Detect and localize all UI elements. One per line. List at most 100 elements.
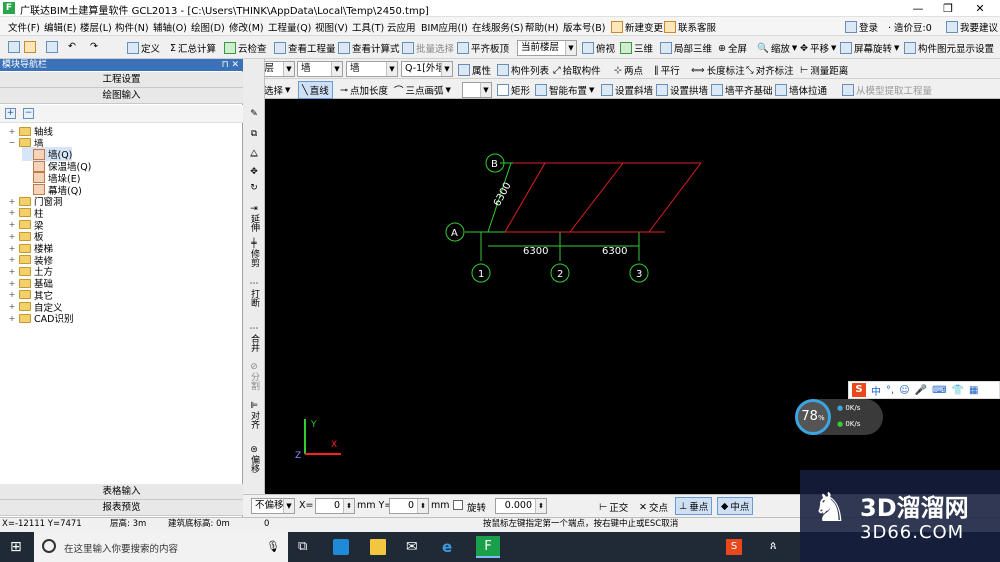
pan-button[interactable]: ✥ 平移 ▼ — [800, 41, 836, 56]
table-input-button[interactable]: 表格输入 — [0, 484, 243, 500]
move-icon[interactable]: ✥ — [246, 167, 262, 177]
menu-aux-axis[interactable]: 辅轴(O) — [153, 20, 187, 34]
menu-quantity[interactable]: 工程量(Q) — [268, 20, 311, 34]
menu-view[interactable]: 视图(V) — [315, 20, 348, 34]
wall-align-base-button[interactable]: 墙平齐基础 — [711, 83, 773, 97]
copy-icon[interactable]: ⧉ — [246, 129, 262, 139]
trim-button[interactable]: ╪ 修剪 — [246, 239, 262, 270]
measure-distance-button[interactable]: ⊢ 测量距离 — [800, 63, 848, 78]
zoom-button[interactable]: 🔍 缩放 ▼ — [757, 41, 797, 56]
tree-expand-icon[interactable]: + — [8, 255, 16, 264]
tree-expand-icon[interactable]: + — [8, 197, 16, 206]
mirror-icon[interactable]: ⧋ — [246, 149, 262, 159]
rotate-checkbox[interactable] — [453, 500, 463, 510]
merge-button[interactable]: ⋯ 合并 — [246, 324, 262, 355]
tree-expand-icon[interactable]: + — [8, 290, 16, 299]
define-button[interactable]: 定义 — [127, 41, 160, 55]
windows-start-icon[interactable]: ⊞ — [10, 539, 26, 555]
rotate-input[interactable]: 0.000 ⬍ — [495, 498, 547, 514]
pin-close-icon[interactable]: ⊓ ✕ — [222, 59, 239, 71]
tree-expand-icon[interactable]: + — [8, 314, 16, 323]
tree-expand-icon[interactable]: + — [8, 232, 16, 241]
extract-quantity-button[interactable]: 从模型提取工程量 — [842, 83, 932, 97]
wall-pull-button[interactable]: 墙体拉通 — [775, 83, 827, 97]
menu-edit[interactable]: 编辑(E) — [44, 20, 76, 34]
ortho-toggle[interactable]: ⊢ 正交 — [599, 500, 628, 515]
top-view-button[interactable]: 俯视 — [582, 41, 615, 55]
x-input[interactable]: 0 ⬍ — [315, 498, 355, 514]
taskbar-search[interactable]: 在这里输入你要搜索的内容 🎙 — [34, 532, 288, 562]
save-icon[interactable] — [46, 41, 58, 53]
menu-file[interactable]: 文件(F) — [8, 20, 40, 34]
menu-draw[interactable]: 绘图(D) — [191, 20, 225, 34]
display-settings-button[interactable]: 构件图元显示设置 — [904, 41, 994, 55]
aligned-mark-button[interactable]: ⤡ 对齐标注 — [746, 63, 794, 78]
menu-online[interactable]: 在线服务(S) — [472, 20, 523, 34]
punct-icon[interactable]: °, — [886, 385, 894, 396]
current-floor-select[interactable]: 当前楼层 ▼ — [517, 40, 577, 56]
arc-options-select[interactable]: ▼ — [462, 82, 492, 98]
undo-icon[interactable]: ↶ — [68, 41, 76, 52]
menu-modify[interactable]: 修改(M) — [229, 20, 264, 34]
category-select[interactable]: 墙 ▼ — [297, 61, 343, 77]
sogou-tray-icon[interactable]: S — [726, 539, 742, 555]
tree-expand-icon[interactable]: + — [8, 267, 16, 276]
menu-bim[interactable]: BIM应用(I) — [421, 20, 468, 34]
menu-tools[interactable]: 工具(T) — [352, 20, 384, 34]
two-points-button[interactable]: ⊹ 两点 — [614, 63, 643, 78]
menu-component[interactable]: 构件(N) — [115, 20, 149, 34]
three-point-arc-button[interactable]: ⌒ 三点画弧 ▼ — [394, 83, 451, 97]
app-blue-icon[interactable] — [333, 539, 349, 555]
tree-expand-icon[interactable]: − — [8, 138, 16, 147]
fullscreen-button[interactable]: ⊕ 全屏 — [718, 41, 747, 56]
tree-expand-icon[interactable]: + — [8, 302, 16, 311]
rectangle-button[interactable]: 矩形 — [497, 83, 530, 97]
component-list-button[interactable]: 构件列表 — [497, 63, 549, 77]
mail-icon[interactable]: ✉ — [406, 539, 422, 555]
people-tray-icon[interactable]: ጰ — [770, 539, 786, 555]
emoji-icon[interactable]: ☺ — [899, 385, 909, 396]
point-length-button[interactable]: ⊸ 点加长度 — [340, 83, 388, 98]
smart-layout-button[interactable]: 智能布置 ▼ — [535, 83, 594, 97]
menu-new-change[interactable]: 新建变更 — [611, 20, 663, 34]
skin-icon[interactable]: 👕 — [952, 385, 964, 396]
tree-expand-icon[interactable]: + — [8, 127, 16, 136]
view-formula-button[interactable]: 查看计算式 — [338, 41, 400, 55]
toolbox-icon[interactable]: ▦ — [969, 385, 978, 396]
report-preview-button[interactable]: 报表预览 — [0, 500, 243, 516]
type-select[interactable]: 墙 ▼ — [346, 61, 398, 77]
collapse-all-icon[interactable]: − — [23, 108, 34, 119]
keyboard-icon[interactable]: ⌨ — [932, 385, 946, 396]
close-button[interactable]: ✕ — [965, 0, 995, 17]
rotate-screen-button[interactable]: 屏幕旋转 ▼ — [840, 41, 899, 55]
intersect-toggle[interactable]: ✕ 交点 — [639, 500, 668, 515]
y-input[interactable]: 0 ⬍ — [389, 498, 429, 514]
tree-expand-icon[interactable]: + — [8, 220, 16, 229]
new-file-icon[interactable] — [8, 41, 20, 53]
three-d-button[interactable]: 三维 — [620, 41, 653, 55]
split-button[interactable]: ⊘ 分割 — [246, 362, 262, 393]
expand-all-icon[interactable]: + — [5, 108, 16, 119]
extend-button[interactable]: ⇥ 延伸 — [246, 204, 262, 235]
pen-icon[interactable]: ✎ — [246, 109, 262, 119]
parallel-button[interactable]: ∥ 平行 — [654, 63, 680, 78]
drawing-input-button[interactable]: 绘图输入 — [0, 88, 243, 104]
perpendicular-toggle[interactable]: ⊥ 垂点 — [675, 497, 713, 515]
offset-mode-select[interactable]: 不偏移 ▼ — [251, 498, 295, 514]
menu-floor[interactable]: 楼层(L) — [80, 20, 112, 34]
suggest-button[interactable]: 我要建议 — [946, 20, 998, 34]
flat-slab-button[interactable]: 平齐板顶 — [457, 41, 509, 55]
menu-cloud[interactable]: 云应用 — [387, 20, 416, 34]
minimize-button[interactable]: — — [903, 0, 933, 17]
tree-folder[interactable]: + CAD识别 — [8, 311, 73, 325]
ime-lang[interactable]: 中 — [871, 383, 881, 398]
tree-expand-icon[interactable]: + — [8, 244, 16, 253]
set-arch-wall-button[interactable]: 设置拱墙 — [656, 83, 708, 97]
view-quantity-button[interactable]: 查看工程量 — [274, 41, 336, 55]
restore-button[interactable]: ❐ — [933, 0, 963, 17]
project-settings-button[interactable]: 工程设置 — [0, 72, 243, 88]
offset-button[interactable]: ⊜ 偏移 — [246, 445, 262, 476]
menu-help[interactable]: 帮助(H) — [525, 20, 559, 34]
component-select[interactable]: Q-1[外墙 ▼ — [401, 61, 453, 77]
redo-icon[interactable]: ↷ — [90, 41, 98, 52]
